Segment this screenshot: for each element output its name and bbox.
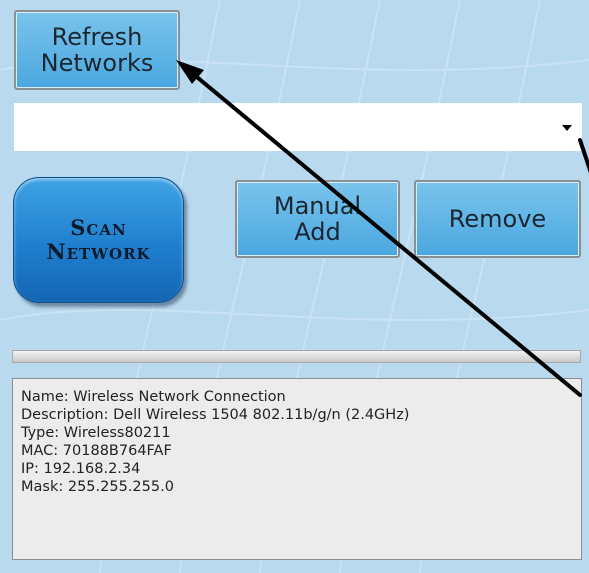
network-select[interactable] — [14, 103, 582, 151]
manual-add-label: Manual Add — [273, 191, 362, 246]
info-line-type: Type: Wireless80211 — [21, 425, 171, 441]
scan-network-button[interactable]: Scan Network — [13, 177, 184, 303]
remove-label: Remove — [448, 204, 547, 233]
scan-network-label: Scan Network — [46, 214, 151, 264]
progress-bar — [12, 350, 581, 363]
refresh-networks-label: Refresh Networks — [40, 22, 154, 77]
remove-button[interactable]: Remove — [414, 180, 581, 258]
connection-info-panel: Name: Wireless Network Connection Descri… — [12, 378, 582, 560]
info-line-mac: MAC: 70188B764FAF — [21, 443, 172, 459]
chevron-down-icon[interactable] — [562, 125, 572, 131]
info-line-mask: Mask: 255.255.255.0 — [21, 479, 174, 495]
info-line-ip: IP: 192.168.2.34 — [21, 461, 141, 477]
manual-add-button[interactable]: Manual Add — [235, 180, 400, 258]
info-line-description: Description: Dell Wireless 1504 802.11b/… — [21, 407, 410, 423]
info-line-name: Name: Wireless Network Connection — [21, 389, 286, 405]
refresh-networks-button[interactable]: Refresh Networks — [14, 10, 180, 90]
